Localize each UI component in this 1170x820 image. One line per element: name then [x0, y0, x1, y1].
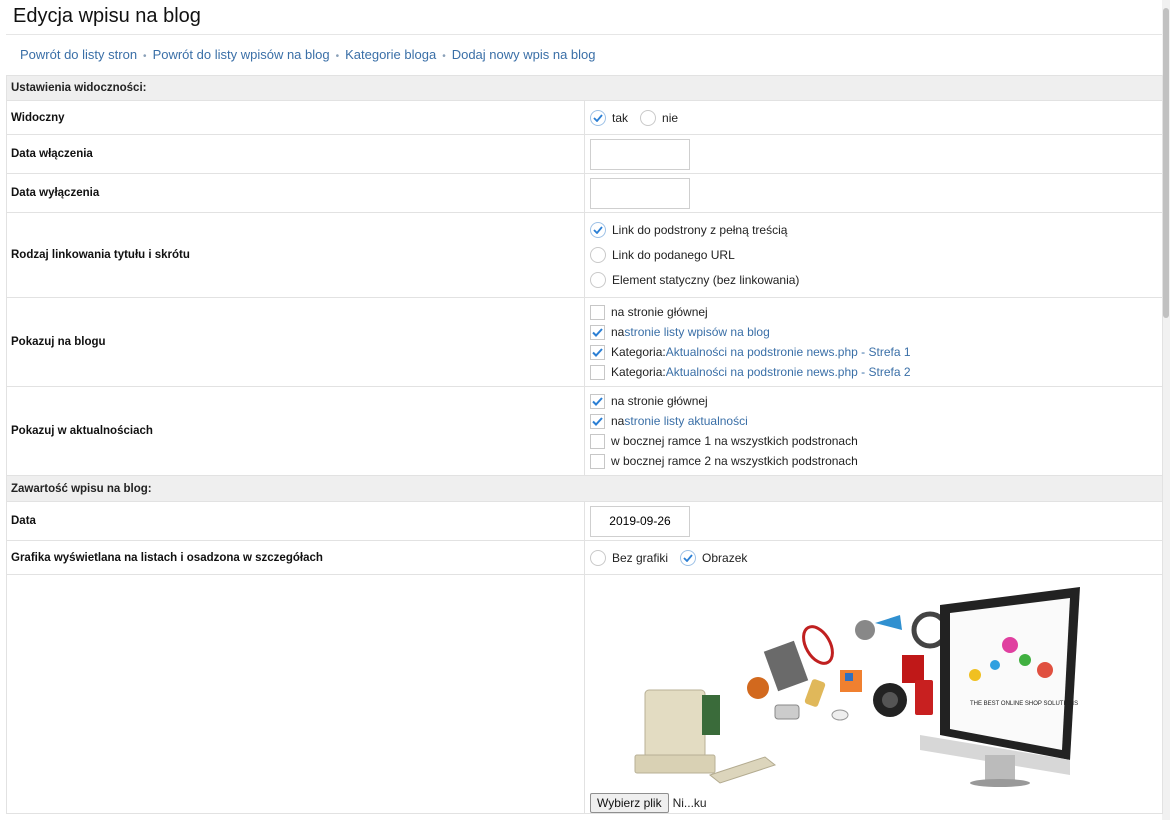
visible-radio-group: tak nie [590, 108, 1162, 128]
breadcrumb: Powrót do listy stron • Powrót do listy wp… [20, 46, 596, 66]
image-label: Obrazek [702, 550, 748, 565]
back-to-blog-list-link[interactable]: Powrót do listy wpisów na blog [153, 47, 330, 62]
scrollbar-track[interactable] [1162, 0, 1170, 820]
category2-link[interactable]: Aktualności na podstronie news.php - Str… [666, 365, 911, 379]
show-blog-item: Kategoria: Aktualności na podstronie new… [590, 362, 1162, 382]
graphic-label: Grafika wyświetlana na listach i osadzon… [6, 540, 585, 575]
no-graphic-label: Bez grafiki [612, 550, 669, 565]
show-blog-list-prefix: na [611, 325, 625, 339]
show-news-homepage-label: na stronie głównej [611, 394, 708, 408]
visible-no-label: nie [662, 110, 679, 125]
show-news-list-prefix: na [611, 414, 625, 428]
category-prefix: Kategoria: [611, 365, 666, 379]
blog-list-page-link[interactable]: stronie listy wpisów na blog [624, 325, 769, 339]
scrollbar-thumb[interactable] [1163, 8, 1169, 318]
show-blog-homepage-checkbox[interactable] [590, 304, 605, 320]
category1-link[interactable]: Aktualności na podstronie news.php - Str… [666, 345, 911, 359]
visible-no-radio[interactable] [640, 109, 657, 126]
show-blog-item: Kategoria: Aktualności na podstronie new… [590, 342, 1162, 362]
visible-label: Widoczny [6, 100, 585, 135]
end-date-label: Data wyłączenia [6, 173, 585, 213]
show-blog-list-checkbox[interactable] [590, 324, 605, 340]
image-caption: THE BEST ONLINE SHOP SOLUTIONS [970, 701, 1078, 707]
show-news-sidebar1-label: w bocznej ramce 1 na wszystkich podstron… [611, 434, 858, 448]
post-edit-form: Ustawienia widoczności: Widoczny tak nie… [6, 75, 1163, 814]
post-date-input[interactable] [590, 505, 690, 537]
show-news-sidebar1-checkbox[interactable] [590, 433, 605, 449]
image-row-label [6, 574, 585, 814]
breadcrumb-separator: • [442, 51, 446, 62]
start-date-input[interactable] [590, 138, 690, 170]
title-divider [6, 34, 1162, 35]
link-type-option: Link do podstrony z pełną treścią [590, 218, 1162, 243]
link-full-content-label: Link do podstrony z pełną treścią [612, 223, 788, 237]
end-date-input[interactable] [590, 177, 690, 209]
link-type-option: Link do podanego URL [590, 243, 1162, 268]
show-news-list-checkbox[interactable] [590, 413, 605, 429]
category-prefix: Kategoria: [611, 345, 666, 359]
show-news-item: na stronie listy aktualności [590, 411, 1162, 431]
show-blog-item: na stronie głównej [590, 302, 1162, 322]
post-image: THE BEST ONLINE SHOP SOLUTIONS [634, 587, 1080, 787]
show-blog-homepage-label: na stronie głównej [611, 305, 708, 319]
link-static-radio[interactable] [590, 272, 606, 288]
show-news-label: Pokazuj w aktualnościach [6, 386, 585, 476]
link-static-label: Element statyczny (bez linkowania) [612, 273, 800, 287]
show-blog-item: na stronie listy wpisów na blog [590, 322, 1162, 342]
blog-categories-link[interactable]: Kategorie bloga [345, 47, 436, 62]
show-news-sidebar2-checkbox[interactable] [590, 453, 605, 469]
add-blog-post-link[interactable]: Dodaj nowy wpis na blog [452, 47, 596, 62]
visibility-section-header: Ustawienia widoczności: [6, 75, 1163, 101]
link-full-content-radio[interactable] [590, 222, 606, 238]
breadcrumb-separator: • [335, 51, 340, 62]
image-radio[interactable] [680, 549, 697, 566]
choose-file-button[interactable]: Wybierz plik [590, 793, 669, 813]
visible-yes-radio[interactable] [590, 109, 606, 126]
visible-yes-label: tak [612, 110, 629, 125]
date-label: Data [6, 501, 585, 541]
file-name-label: Ni...ku [672, 796, 707, 810]
graphic-radio-group: Bez grafiki Obrazek [590, 548, 1162, 568]
link-type-option: Element statyczny (bez linkowania) [590, 268, 1162, 293]
file-upload-group: Wybierz plik Ni...ku [590, 793, 1162, 813]
show-news-homepage-checkbox[interactable] [590, 393, 605, 409]
show-news-item: w bocznej ramce 1 na wszystkich podstron… [590, 431, 1162, 451]
start-date-label: Data włączenia [6, 134, 585, 174]
link-type-label: Rodzaj linkowania tytułu i skrótu [6, 212, 585, 298]
content-section-header: Zawartość wpisu na blog: [6, 475, 1163, 502]
page-title: Edycja wpisu na blog [13, 5, 201, 27]
show-blog-category2-checkbox[interactable] [590, 364, 605, 380]
show-blog-label: Pokazuj na blogu [6, 297, 585, 387]
no-graphic-radio[interactable] [590, 549, 606, 566]
show-blog-category1-checkbox[interactable] [590, 344, 605, 360]
back-to-pages-link[interactable]: Powrót do listy stron [20, 47, 137, 62]
news-list-page-link[interactable]: stronie listy aktualności [624, 414, 747, 428]
breadcrumb-separator: • [143, 51, 147, 62]
show-news-item: w bocznej ramce 2 na wszystkich podstron… [590, 451, 1162, 471]
show-news-item: na stronie głównej [590, 391, 1162, 411]
link-url-radio[interactable] [590, 247, 606, 263]
show-news-sidebar2-label: w bocznej ramce 2 na wszystkich podstron… [611, 454, 858, 468]
link-url-label: Link do podanego URL [612, 248, 735, 262]
